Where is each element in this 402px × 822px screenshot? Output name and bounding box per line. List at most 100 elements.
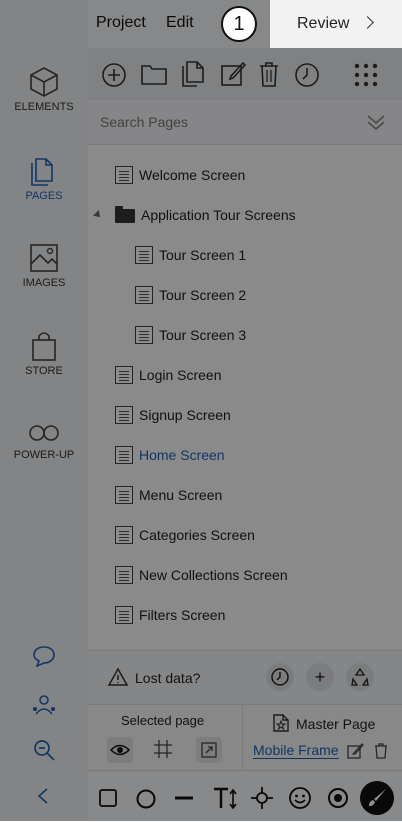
edit-icon[interactable] — [346, 742, 364, 760]
document-icon — [115, 486, 133, 504]
page-label: Login Screen — [139, 367, 222, 383]
sidebar-item-elements[interactable]: ELEMENTS — [0, 66, 88, 113]
master-page-label: Master Page — [296, 716, 376, 732]
page-label: Menu Screen — [139, 487, 223, 503]
lost-data-panel: Lost data? + — [88, 650, 402, 705]
folder-icon[interactable] — [140, 62, 168, 86]
page-settings-panel: Selected page Master Page Mobile Frame — [88, 704, 402, 771]
sidebar-item-label: STORE — [25, 365, 63, 377]
list-item[interactable]: Home Screen — [88, 435, 402, 475]
text-tool-icon[interactable] — [212, 785, 240, 811]
sidebar-item-label: ELEMENTS — [14, 101, 74, 113]
move-tool-icon[interactable] — [250, 786, 274, 810]
page-label: Categories Screen — [139, 527, 255, 543]
list-item[interactable]: Filters Screen — [88, 595, 402, 635]
add-icon[interactable] — [101, 62, 127, 88]
list-item[interactable]: Welcome Screen — [88, 155, 402, 195]
expand-icon — [201, 742, 217, 758]
shape-toolbar — [88, 770, 402, 822]
menu-project[interactable]: Project — [96, 14, 146, 32]
smiley-icon[interactable] — [288, 786, 312, 810]
bag-icon — [32, 332, 56, 361]
page-label: Tour Screen 1 — [159, 247, 247, 263]
users-icon[interactable] — [31, 692, 57, 718]
grid-toggle[interactable] — [152, 738, 174, 765]
collapse-icon[interactable] — [36, 786, 50, 806]
edit-icon[interactable] — [219, 60, 247, 88]
warning-icon — [107, 667, 129, 686]
sidebar-item-pages[interactable]: PAGES — [0, 155, 88, 202]
trash-icon[interactable] — [373, 742, 389, 760]
list-item[interactable]: Tour Screen 2 — [88, 275, 402, 315]
step-badge: 1 — [221, 6, 257, 42]
page-label: Home Screen — [139, 447, 225, 463]
expand-toggle[interactable] — [196, 737, 222, 763]
list-item[interactable]: Signup Screen — [88, 395, 402, 435]
pages-icon — [31, 158, 53, 186]
sidebar: ELEMENTS PAGES IMAGES STORE POWER-UP — [0, 0, 88, 821]
circle-tool-icon[interactable] — [135, 788, 157, 810]
document-icon — [115, 406, 133, 424]
history-icon[interactable] — [293, 61, 321, 89]
recycle-button[interactable] — [346, 663, 374, 691]
list-item[interactable]: Tour Screen 1 — [88, 235, 402, 275]
document-icon — [115, 566, 133, 584]
list-item[interactable]: Login Screen — [88, 355, 402, 395]
document-icon — [115, 446, 133, 464]
divider — [242, 705, 243, 771]
chat-icon[interactable] — [32, 645, 56, 667]
visibility-toggle[interactable] — [107, 737, 133, 763]
grid-icon — [154, 740, 172, 758]
page-label: Application Tour Screens — [141, 207, 296, 223]
lost-data-label: Lost data? — [135, 670, 201, 686]
chevron-right-icon — [361, 16, 374, 29]
master-page-link[interactable]: Mobile Frame — [253, 742, 339, 759]
page-label: Welcome Screen — [139, 167, 246, 183]
clock-icon — [271, 668, 289, 686]
list-item[interactable]: New Collections Screen — [88, 555, 402, 595]
document-icon — [115, 606, 133, 624]
recycle-icon — [351, 667, 369, 686]
list-item[interactable]: Tour Screen 3 — [88, 315, 402, 355]
grid-menu-icon[interactable] — [353, 62, 379, 88]
double-chevron-down-icon[interactable] — [366, 112, 386, 132]
list-item[interactable]: Application Tour Screens — [88, 195, 402, 235]
sidebar-item-label: IMAGES — [22, 277, 66, 289]
duplicate-icon[interactable] — [179, 60, 207, 88]
document-icon — [115, 166, 133, 184]
page-label: Filters Screen — [139, 607, 226, 623]
page-label: New Collections Screen — [139, 567, 288, 583]
cube-icon — [30, 67, 58, 97]
record-icon[interactable] — [326, 786, 350, 810]
add-button[interactable]: + — [306, 663, 334, 691]
document-icon — [135, 286, 153, 304]
zoom-icon[interactable] — [32, 738, 56, 762]
eye-icon — [110, 744, 130, 756]
caret-icon[interactable] — [93, 210, 103, 220]
square-tool-icon[interactable] — [98, 788, 118, 808]
line-tool-icon[interactable] — [173, 788, 195, 808]
sidebar-item-store[interactable]: STORE — [0, 330, 88, 377]
brush-button[interactable] — [360, 781, 394, 815]
plus-icon: + — [314, 666, 326, 687]
selected-page-label: Selected page — [121, 713, 205, 728]
review-button[interactable]: Review — [270, 0, 402, 48]
trash-icon[interactable] — [257, 60, 281, 88]
list-item[interactable]: Categories Screen — [88, 515, 402, 555]
star-document-icon — [273, 714, 289, 732]
document-icon — [115, 366, 133, 384]
page-label: Tour Screen 3 — [159, 327, 247, 343]
document-icon — [115, 526, 133, 544]
sidebar-item-images[interactable]: IMAGES — [0, 242, 88, 289]
step-number: 1 — [233, 12, 245, 35]
menu-edit[interactable]: Edit — [166, 14, 194, 32]
folder-icon — [115, 206, 135, 223]
review-label: Review — [297, 15, 350, 32]
brush-icon — [369, 789, 386, 807]
search-input[interactable]: Search Pages — [100, 114, 188, 130]
sidebar-item-power-up[interactable]: POWER-UP — [0, 420, 88, 461]
document-icon — [135, 326, 153, 344]
search-pages[interactable]: Search Pages — [88, 100, 402, 145]
restore-button[interactable] — [266, 663, 294, 691]
list-item[interactable]: Menu Screen — [88, 475, 402, 515]
